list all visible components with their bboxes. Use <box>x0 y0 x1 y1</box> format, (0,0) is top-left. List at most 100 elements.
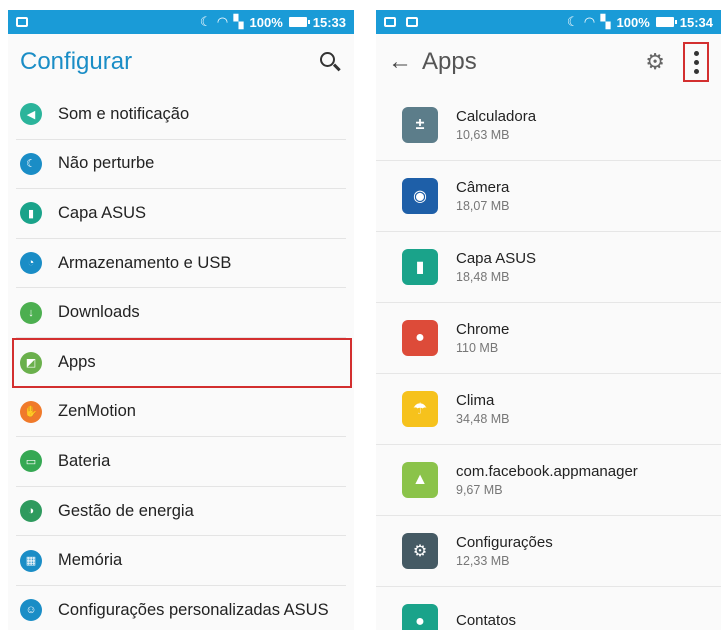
settings-item-gest-o-de-energia[interactable]: ◑ Gestão de energia <box>16 487 346 537</box>
app-name: com.facebook.appmanager <box>456 463 638 480</box>
app-icon: ☂ <box>402 391 438 427</box>
settings-item-label: Armazenamento e USB <box>58 253 232 272</box>
apps-list: ± Calculadora 10,63 MB ◉ Câmera 18,07 MB ▮ Capa… <box>376 90 721 630</box>
notification-icon <box>16 17 28 27</box>
app-size: 9,67 MB <box>456 483 503 497</box>
app-list-item[interactable]: ± Calculadora 10,63 MB <box>376 90 721 161</box>
app-name: Calculadora <box>456 108 537 125</box>
settings-item-som-e-notifica-o[interactable]: ◀ Som e notificação <box>16 90 346 140</box>
app-icon: ● <box>402 320 438 356</box>
settings-item-label: ZenMotion <box>58 402 136 421</box>
battery-saver-icon: ▚ <box>600 14 611 29</box>
settings-item-downloads[interactable]: ↓ Downloads <box>16 288 346 338</box>
settings-item-label: Downloads <box>58 303 140 322</box>
app-text: Câmera 18,07 MB <box>456 179 510 213</box>
battery-icon <box>288 17 310 27</box>
app-size: 12,33 MB <box>456 554 510 568</box>
apps-screen: ☾ ◠ ▚ 100% 15:34 ← Apps ⚙ ± Calculadora 10… <box>376 10 721 630</box>
settings-item-icon: ◑ <box>20 500 42 523</box>
settings-item-icon: ◀ <box>20 103 42 126</box>
app-text: Clima 34,48 MB <box>456 392 510 426</box>
wifi-icon: ◠ <box>584 14 595 29</box>
app-size: 10,63 MB <box>456 128 510 142</box>
status-bar: ☾ ◠ ▚ 100% 15:33 <box>8 10 354 34</box>
settings-item-icon: ☺ <box>20 599 42 622</box>
app-name: Chrome <box>456 321 510 338</box>
status-time: 15:33 <box>312 14 346 30</box>
settings-item-label: Configurações personalizadas ASUS <box>58 600 329 619</box>
back-arrow-icon[interactable]: ← <box>388 48 412 76</box>
settings-item-icon: ▮ <box>20 202 42 225</box>
gear-icon[interactable]: ⚙ <box>645 49 665 75</box>
settings-item-label: Memória <box>58 551 123 570</box>
app-text: Capa ASUS 18,48 MB <box>456 250 536 284</box>
settings-item-n-o-perturbe[interactable]: ☾ Não perturbe <box>16 140 346 190</box>
app-list-item[interactable]: ▲ com.facebook.appmanager 9,67 MB <box>376 445 721 516</box>
app-name: Configurações <box>456 534 553 551</box>
settings-item-armazenamento-e-usb[interactable]: ◔ Armazenamento e USB <box>16 239 346 289</box>
app-icon: ● <box>402 604 438 630</box>
app-bar: ← Apps ⚙ <box>376 34 721 90</box>
app-name: Capa ASUS <box>456 250 537 267</box>
settings-item-icon: ☾ <box>20 152 42 175</box>
app-size: 34,48 MB <box>456 412 510 426</box>
app-list-item[interactable]: ◉ Câmera 18,07 MB <box>376 161 721 232</box>
settings-item-icon: ◔ <box>20 252 42 275</box>
app-bar: Configurar <box>8 34 354 90</box>
app-text: Configurações 12,33 MB <box>456 534 553 568</box>
battery-icon <box>655 17 677 27</box>
settings-item-label: Som e notificação <box>58 104 190 123</box>
settings-item-icon: ◩ <box>20 351 42 374</box>
more-options-button[interactable] <box>683 42 709 82</box>
app-text: Calculadora 10,63 MB <box>456 108 536 142</box>
settings-item-icon: ▭ <box>20 450 42 473</box>
settings-item-label: Não perturbe <box>58 154 155 173</box>
wifi-icon: ◠ <box>217 14 228 29</box>
app-list-item[interactable]: ● Contatos <box>376 587 721 630</box>
app-size: 18,48 MB <box>456 270 510 284</box>
app-text: Chrome 110 MB <box>456 321 509 355</box>
app-list-item[interactable]: ⚙ Configurações 12,33 MB <box>376 516 721 587</box>
search-icon[interactable] <box>318 50 342 74</box>
app-list-item[interactable]: ☂ Clima 34,48 MB <box>376 374 721 445</box>
app-icon: ◉ <box>402 178 438 214</box>
app-name: Câmera <box>456 179 510 196</box>
status-time: 15:34 <box>679 14 713 30</box>
app-name: Clima <box>456 392 495 409</box>
battery-percent: 100% <box>249 14 283 30</box>
more-vert-icon <box>693 50 699 74</box>
app-icon: ▮ <box>402 249 438 285</box>
settings-item-zenmotion[interactable]: ✋ ZenMotion <box>16 388 346 438</box>
moon-icon: ☾ <box>566 14 579 29</box>
battery-saver-icon: ▚ <box>233 14 244 29</box>
settings-item-bateria[interactable]: ▭ Bateria <box>16 437 346 487</box>
settings-item-icon: ↓ <box>20 301 42 324</box>
app-icon: ▲ <box>402 462 438 498</box>
settings-item-capa-asus[interactable]: ▮ Capa ASUS <box>16 189 346 239</box>
settings-item-mem-ria[interactable]: ▦ Memória <box>16 536 346 586</box>
app-size: 110 MB <box>456 341 499 355</box>
page-title: Apps <box>422 48 477 75</box>
app-text: com.facebook.appmanager 9,67 MB <box>456 463 638 497</box>
settings-item-label: Apps <box>58 353 96 372</box>
app-icon: ⚙ <box>402 533 438 569</box>
app-list-item[interactable]: ▮ Capa ASUS 18,48 MB <box>376 232 721 303</box>
settings-screen: ☾ ◠ ▚ 100% 15:33 Configurar ◀ Som e notif… <box>8 10 354 630</box>
app-text: Contatos <box>456 612 516 630</box>
settings-item-label: Capa ASUS <box>58 203 147 222</box>
settings-list: ◀ Som e notificação ☾ Não perturbe ▮ Capa ASU… <box>8 90 354 630</box>
image-notification-icon <box>406 17 418 27</box>
app-size: 18,07 MB <box>456 199 510 213</box>
notification-icon <box>384 17 396 27</box>
app-list-item[interactable]: ● Chrome 110 MB <box>376 303 721 374</box>
settings-item-label: Gestão de energia <box>58 501 194 520</box>
settings-item-configura-es-personalizadas-asus[interactable]: ☺ Configurações personalizadas ASUS <box>16 586 346 630</box>
settings-item-icon: ▦ <box>20 549 42 572</box>
moon-icon: ☾ <box>199 14 212 29</box>
app-icon: ± <box>402 107 438 143</box>
settings-item-label: Bateria <box>58 451 111 470</box>
page-title: Configurar <box>20 48 133 75</box>
settings-item-apps[interactable]: ◩ Apps <box>12 337 352 388</box>
app-name: Contatos <box>456 612 517 629</box>
status-bar: ☾ ◠ ▚ 100% 15:34 <box>376 10 721 34</box>
